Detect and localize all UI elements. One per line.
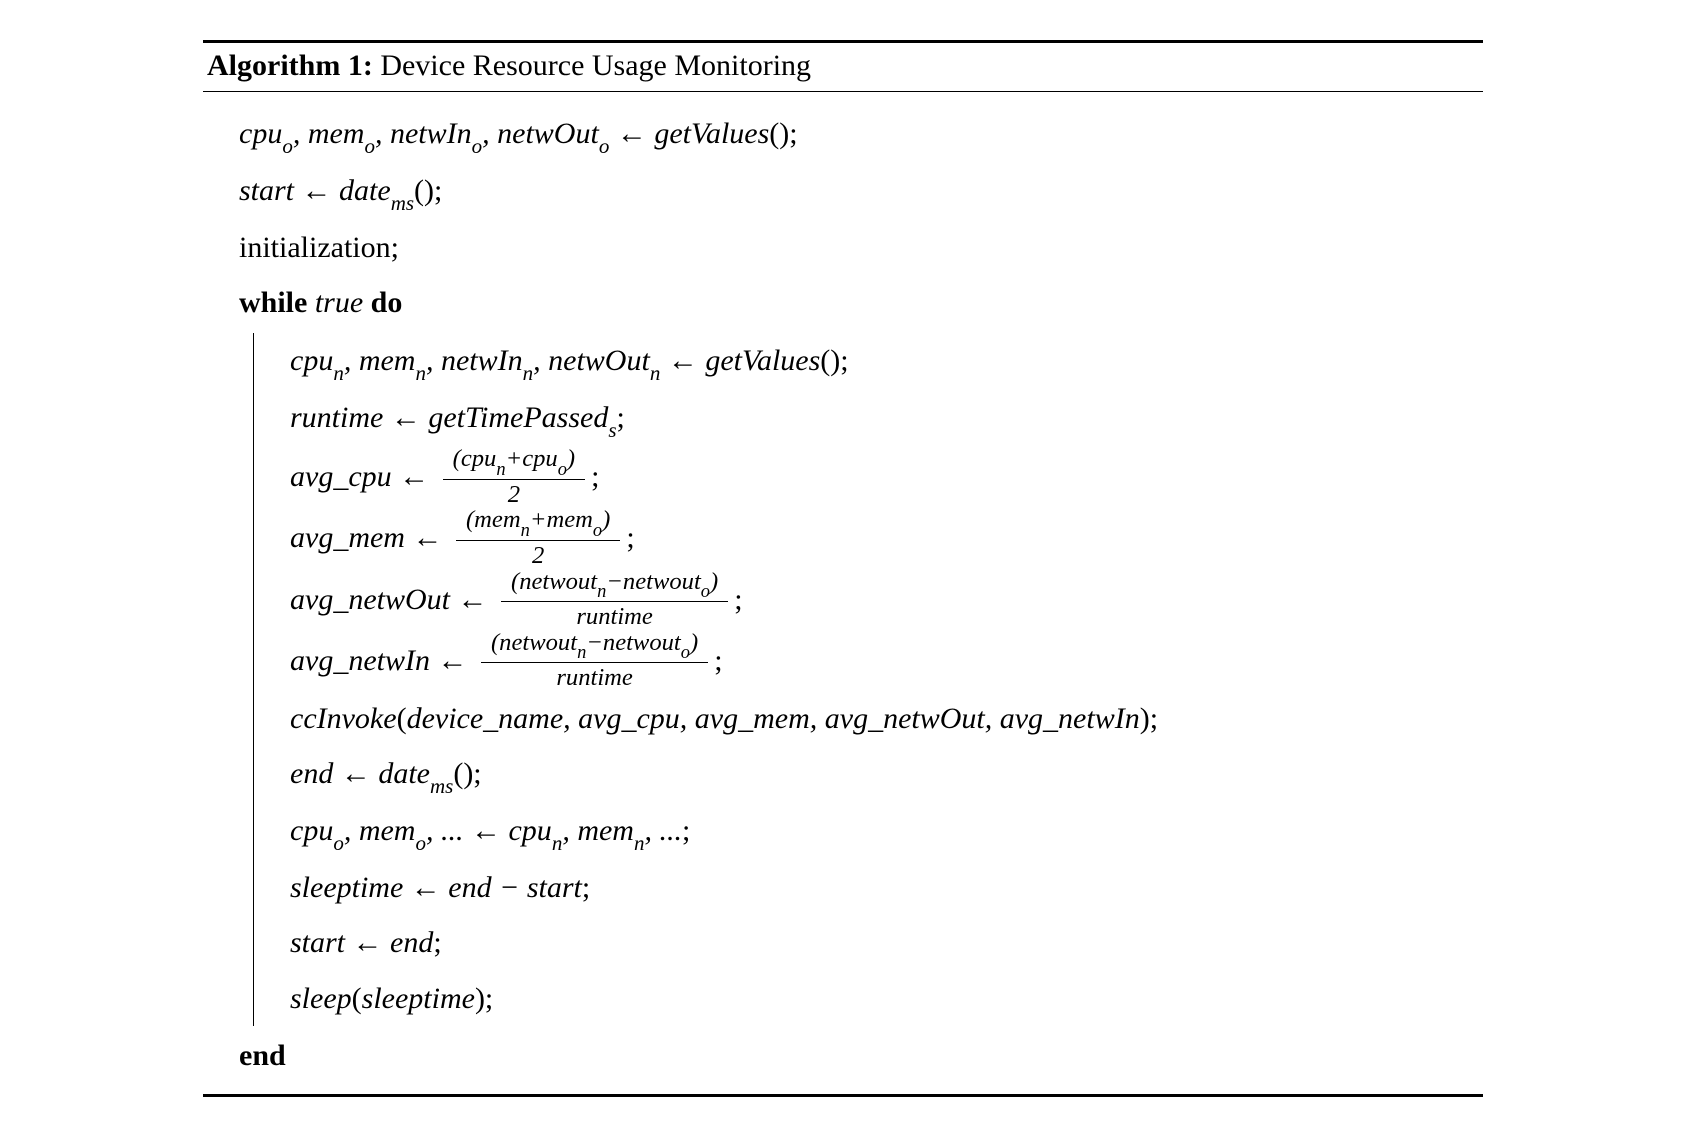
code-line: start ← datems(); (239, 163, 1479, 220)
algorithm-block: Algorithm 1: Device Resource Usage Monit… (203, 40, 1483, 1097)
code-line: end ← datems(); (290, 746, 1479, 803)
code-line: avg_netwOut ← (netwoutn−netwouto) runtim… (290, 569, 1479, 630)
algorithm-number: 1 (348, 49, 363, 82)
code-line: avg_mem ← (memn+memo) 2 ; (290, 507, 1479, 568)
algorithm-header: Algorithm 1: Device Resource Usage Monit… (203, 43, 1483, 91)
while-block: cpun, memn, netwInn, netwOutn ← getValue… (253, 333, 1479, 1027)
algorithm-title: Device Resource Usage Monitoring (380, 49, 811, 82)
code-line: ccInvoke(device_name, avg_cpu, avg_mem, … (290, 691, 1479, 747)
algorithm-body: cpuo, memo, netwIno, netwOuto ← getValue… (203, 92, 1483, 1094)
code-line: sleeptime ← end − start; (290, 860, 1479, 916)
code-line: end (239, 1028, 1479, 1084)
code-line: while true do (239, 275, 1479, 331)
code-line: sleep(sleeptime); (290, 971, 1479, 1027)
bottom-rule (203, 1094, 1483, 1097)
code-line: initialization; (239, 220, 1479, 276)
code-line: cpun, memn, netwInn, netwOutn ← getValue… (290, 333, 1479, 390)
code-line: start ← end; (290, 915, 1479, 971)
code-line: cpuo, memo, netwIno, netwOuto ← getValue… (239, 106, 1479, 163)
code-line: avg_cpu ← (cpun+cpuo) 2 ; (290, 446, 1479, 507)
code-line: cpuo, memo, ... ← cpun, memn, ...; (290, 803, 1479, 860)
code-line: runtime ← getTimePasseds; (290, 390, 1479, 447)
code-line: avg_netwIn ← (netwoutn−netwouto) runtime… (290, 630, 1479, 691)
algorithm-label-prefix: Algorithm (207, 49, 340, 82)
algorithm-label: Algorithm 1: (207, 49, 373, 82)
